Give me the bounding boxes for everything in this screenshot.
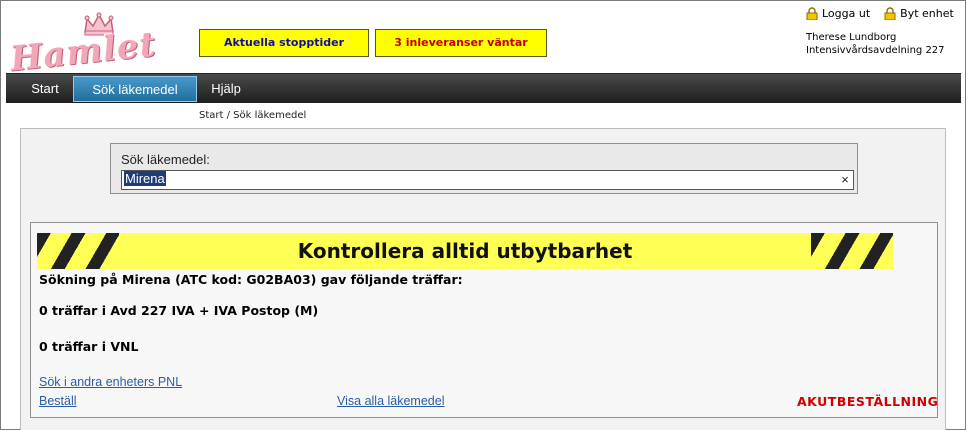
switch-unit-link[interactable]: Byt enhet [884,7,954,20]
lock-icon [884,7,896,20]
hits-vnl: 0 träffar i VNL [39,339,139,354]
hits-unit: 0 träffar i Avd 227 IVA + IVA Postop (M) [39,303,319,318]
results-panel: Kontrollera alltid utbytbarhet Sökning p… [30,222,938,418]
breadcrumb: Start / Sök läkemedel [199,110,307,121]
search-other-units-link[interactable]: Sök i andra enheters PNL [39,375,182,389]
current-stop-times-button[interactable]: Aktuella stopptider [199,29,369,57]
search-input[interactable]: Mirena [121,170,854,190]
order-link[interactable]: Beställ [39,394,77,408]
main-navigation: Start Sök läkemedel Hjälp [6,73,961,103]
logout-label: Logga ut [822,7,871,20]
exchangeability-warning-banner: Kontrollera alltid utbytbarhet [37,233,893,269]
lock-icon [806,7,818,20]
top-links: Logga ut Byt enhet [806,7,954,20]
user-info: Therese Lundborg Intensivvårdsavdelning … [806,31,945,57]
show-all-medicines-link[interactable]: Visa alla läkemedel [337,394,444,408]
search-summary: Sökning på Mirena (ATC kod: G02BA03) gav… [39,272,463,287]
nav-start[interactable]: Start [14,74,76,104]
search-label: Sök läkemedel: [121,152,210,167]
switch-unit-label: Byt enhet [900,7,954,20]
hamlet-logo[interactable]: Hamlet [8,10,160,80]
search-panel: Sök läkemedel: Mirena × [110,143,858,194]
user-unit: Intensivvårdsavdelning 227 [806,45,945,56]
acute-order-link[interactable]: AKUTBESTÄLLNING [797,394,938,409]
warning-text: Kontrollera alltid utbytbarhet [297,239,633,263]
nav-search-medicine[interactable]: Sök läkemedel [73,76,197,102]
nav-help[interactable]: Hjälp [202,74,250,104]
user-name: Therese Lundborg [806,32,897,43]
pending-deliveries-button[interactable]: 3 inleveranser väntar [375,29,547,57]
search-value: Mirena [124,171,166,186]
clear-search-icon[interactable]: × [838,171,852,189]
logout-link[interactable]: Logga ut [806,7,870,20]
